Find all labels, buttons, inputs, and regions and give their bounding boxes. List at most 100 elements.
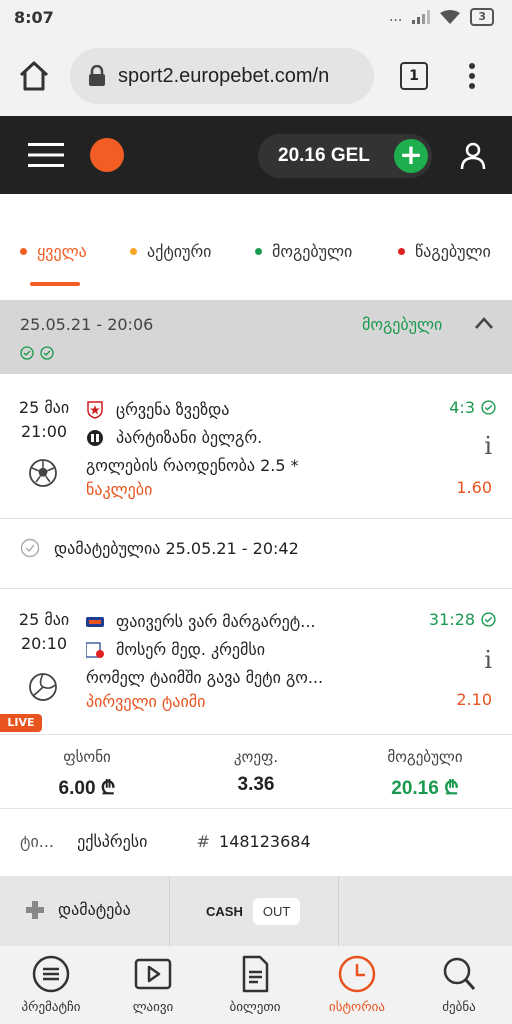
divider	[338, 876, 339, 946]
team-away: მოსერ მედ. კრემსი	[86, 640, 265, 659]
browser-toolbar: sport2.europebet.com/n 1	[0, 38, 512, 116]
tab-active[interactable]: აქტიური	[130, 242, 211, 261]
signal-icon	[412, 10, 431, 24]
market-name: გოლების რაოდენობა 2.5 *	[86, 456, 299, 475]
team-crest-icon	[86, 616, 104, 627]
odds-summary: კოეფ. 3.36	[171, 748, 341, 796]
soccer-ball-icon	[29, 459, 57, 487]
wifi-icon	[440, 10, 461, 24]
event-day: 25 მაი	[18, 610, 70, 629]
check-circle-icon	[481, 400, 496, 415]
added-timestamp-row: დამატებულია 25.05.21 - 20:42	[20, 538, 299, 558]
check-circle-icon	[20, 538, 40, 558]
team-home: ცრვენა ზვეზდა	[86, 400, 229, 419]
event-score: 4:3	[449, 398, 496, 417]
tab-label: ყველა	[37, 242, 87, 261]
bet-type-label: ტი...	[20, 832, 55, 851]
history-filter-tabs: ყველა აქტიური მოგებული წაგებული	[0, 218, 512, 288]
win-value: 20.16 ₾	[391, 778, 459, 799]
status-time: 8:07	[14, 8, 54, 27]
bet-type-value: ექსპრესი	[77, 832, 148, 851]
team-crest-icon	[87, 429, 103, 446]
url-text[interactable]: sport2.europebet.com/n	[118, 65, 329, 88]
tab-label: წაგებული	[415, 242, 491, 261]
bet-actions-bar: დამატება CASH OUT	[0, 876, 512, 946]
team-crest-icon	[86, 641, 104, 658]
tab-all[interactable]: ყველა	[20, 242, 87, 261]
live-badge: LIVE	[0, 714, 42, 732]
stake-value: 6.00 ₾	[58, 778, 116, 799]
notification-dots: ...	[388, 9, 403, 25]
divider	[0, 518, 512, 519]
nav-label: პრემატჩი	[21, 1000, 81, 1015]
score-value: 31:28	[428, 610, 475, 629]
search-icon	[443, 957, 476, 990]
nav-live[interactable]: ლაივი	[102, 954, 204, 1015]
add-label: დამატება	[58, 900, 131, 919]
status-icons: ... 3	[389, 8, 494, 26]
odds-value: 3.36	[237, 774, 275, 795]
tab-label: მოგებული	[272, 242, 353, 261]
tab-label: აქტიური	[147, 242, 212, 261]
event-date: 25 მაი 21:00	[14, 396, 74, 444]
cashout-button[interactable]: CASH OUT	[206, 898, 301, 925]
bet-id-prefix: #	[196, 832, 210, 851]
event-score: 31:28	[429, 610, 496, 629]
divider	[0, 808, 512, 809]
info-icon[interactable]: i	[484, 432, 492, 460]
bet-event: 25 მაი 21:00 ცრვენა ზვეზდა პარტიზანი ბელ…	[0, 374, 512, 518]
deposit-button[interactable]: +	[394, 139, 428, 173]
volleyball-icon	[29, 673, 57, 701]
bottom-navigation: პრემატჩი ლაივი ბილეთი ისტორია ძებნა	[0, 946, 512, 1024]
nav-prematch[interactable]: პრემატჩი	[0, 954, 102, 1015]
divider	[169, 876, 170, 946]
check-circle-icon	[40, 346, 54, 360]
brand-logo[interactable]	[90, 138, 124, 172]
more-menu-icon[interactable]	[462, 60, 482, 92]
team-name: პარტიზანი ბელგრ.	[116, 428, 263, 447]
team-home: ფაივერს ვარ მარგარეტ...	[86, 612, 316, 631]
nav-label: ლაივი	[132, 1000, 174, 1015]
nav-ticket[interactable]: ბილეთი	[204, 954, 306, 1015]
odds-label: კოეფ.	[233, 748, 279, 766]
balance-pill[interactable]: 20.16 GEL +	[258, 134, 432, 178]
info-icon[interactable]: i	[484, 646, 492, 674]
user-icon[interactable]	[460, 142, 486, 170]
stake-label: ფსონი	[63, 748, 111, 766]
event-date: 25 მაი 20:10	[14, 608, 74, 656]
status-dot	[398, 248, 405, 255]
event-time: 20:10	[20, 634, 68, 653]
team-name: მოსერ მედ. კრემსი	[116, 640, 266, 659]
list-circle-icon	[32, 955, 70, 993]
nav-search[interactable]: ძებნა	[408, 954, 510, 1015]
bet-card-header[interactable]: 25.05.21 - 20:06 მოგებული	[0, 300, 512, 374]
event-odd: 1.60	[456, 478, 492, 497]
selection-name: ნაკლები	[86, 480, 153, 499]
active-tab-indicator	[30, 282, 80, 286]
win-label: მოგებული	[387, 748, 463, 766]
tab-switcher-button[interactable]: 1	[400, 62, 428, 90]
score-value: 4:3	[449, 398, 475, 417]
market-name: რომელ ტაიმში გავა მეტი გო...	[86, 668, 324, 687]
check-circle-icon	[481, 612, 496, 627]
address-bar[interactable]: sport2.europebet.com/n	[70, 48, 374, 104]
chevron-up-icon[interactable]	[474, 316, 494, 330]
status-bar: 8:07 ... 3	[0, 0, 512, 38]
out-label: OUT	[252, 898, 301, 925]
hamburger-menu-icon[interactable]	[28, 142, 64, 168]
team-away: პარტიზანი ბელგრ.	[86, 428, 262, 447]
ticket-icon	[242, 955, 269, 993]
tab-lost[interactable]: წაგებული	[398, 242, 491, 261]
event-day: 25 მაი	[18, 398, 70, 417]
add-button[interactable]: დამატება	[26, 900, 131, 919]
balance-amount: 20.16 GEL	[278, 145, 370, 166]
added-text: დამატებულია 25.05.21 - 20:42	[54, 538, 299, 558]
cash-label: CASH	[206, 904, 243, 919]
nav-history[interactable]: ისტორია	[306, 954, 408, 1015]
event-odd: 2.10	[456, 690, 492, 709]
nav-label: ისტორია	[329, 1000, 385, 1015]
app-header: 20.16 GEL +	[0, 116, 512, 194]
tab-won[interactable]: მოგებული	[255, 242, 352, 261]
home-icon[interactable]	[16, 58, 52, 94]
bet-event: 25 მაი 20:10 ფაივერს ვარ მარგარეტ... მოს…	[0, 588, 512, 734]
